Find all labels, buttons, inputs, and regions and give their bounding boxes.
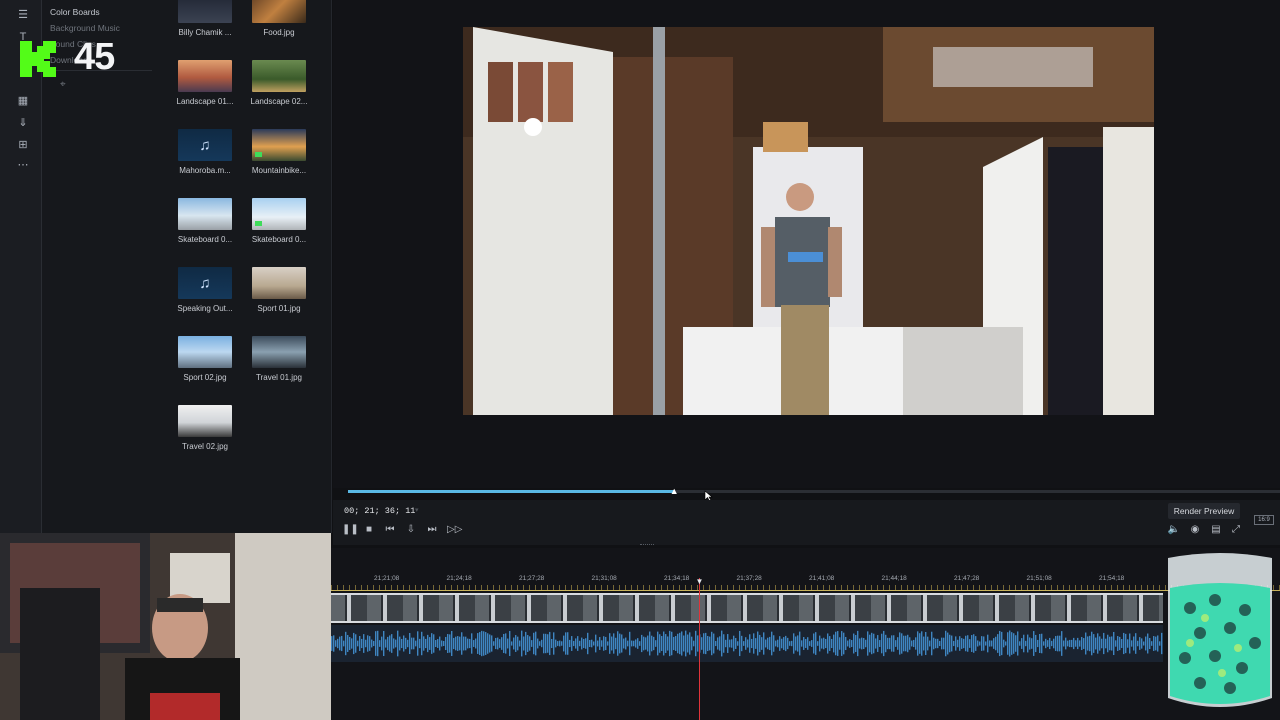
scrubber-progress bbox=[348, 490, 675, 493]
grid-icon[interactable]: ⊞ bbox=[15, 138, 31, 152]
kick-follower-overlay: 45 bbox=[16, 35, 136, 83]
library-item[interactable]: Skateboard 0... bbox=[168, 198, 242, 244]
ruler-time-label: 21;24;18 bbox=[446, 575, 472, 582]
render-preview-button[interactable]: Render Preview bbox=[1168, 503, 1240, 519]
media-thumbnail[interactable] bbox=[178, 336, 232, 368]
library-item[interactable]: Travel 01.jpg bbox=[242, 336, 316, 382]
pause-button[interactable]: ❚❚ bbox=[342, 524, 359, 536]
library-item[interactable]: Travel 02.jpg bbox=[168, 405, 242, 451]
library-item-label: Speaking Out... bbox=[177, 304, 233, 313]
ruler-time-label: 21;34;18 bbox=[664, 575, 690, 582]
preview-scrubber[interactable] bbox=[348, 490, 1280, 493]
settings-icon[interactable]: ▤ bbox=[1209, 523, 1223, 536]
library-item[interactable]: Landscape 02... bbox=[242, 60, 316, 106]
popout-icon[interactable]: ⤢ bbox=[1229, 523, 1243, 536]
media-thumbnail[interactable] bbox=[178, 198, 232, 230]
jar-alert-overlay bbox=[1160, 548, 1280, 713]
timeline-ruler[interactable] bbox=[331, 590, 1280, 591]
media-thumbnail[interactable] bbox=[252, 129, 306, 161]
stop-button[interactable]: ■ bbox=[363, 524, 375, 536]
media-thumbnail[interactable] bbox=[178, 405, 232, 437]
library-item[interactable]: ♫ Speaking Out... bbox=[168, 267, 242, 313]
library-item-label: Landscape 02... bbox=[250, 97, 308, 106]
video-clip-track[interactable] bbox=[331, 593, 1163, 623]
video-preview-frame bbox=[463, 27, 1154, 415]
media-thumbnail[interactable] bbox=[178, 0, 232, 23]
library-item-label: Billy Chamik ... bbox=[178, 28, 232, 37]
library-item-label: Mountainbike... bbox=[251, 166, 307, 175]
ruler-time-label: 21;37;28 bbox=[736, 575, 762, 582]
kick-logo-icon bbox=[20, 41, 56, 77]
category-background-music[interactable]: Background Music bbox=[50, 23, 120, 33]
music-note-icon: ♫ bbox=[199, 136, 211, 154]
aspect-ratio-badge[interactable]: 16:9 bbox=[1254, 515, 1274, 525]
kick-count: 45 bbox=[74, 36, 115, 78]
library-item-label: Sport 02.jpg bbox=[183, 373, 227, 382]
volume-icon[interactable]: 🔈 bbox=[1167, 523, 1181, 536]
ruler-time-label: 21;44;18 bbox=[881, 575, 907, 582]
library-item[interactable]: Mountainbike... bbox=[242, 129, 316, 175]
panel-resize-grip[interactable] bbox=[640, 544, 654, 547]
effects-icon[interactable]: ▦ bbox=[15, 94, 31, 108]
transport-bar bbox=[333, 500, 1280, 545]
media-thumbnail[interactable] bbox=[252, 60, 306, 92]
timeline-playhead[interactable] bbox=[699, 578, 700, 720]
library-item-label: Landscape 01... bbox=[176, 97, 234, 106]
video-editor-window: ☰ T ▦ ⇓ ⊞ ⋯ Color Boards Background Musi… bbox=[0, 0, 1280, 720]
ruler-time-label: 21;51;08 bbox=[1026, 575, 1052, 582]
more-icon[interactable]: ⋯ bbox=[15, 158, 31, 172]
media-thumbnail[interactable] bbox=[252, 336, 306, 368]
ruler-time-label: 21;41;08 bbox=[809, 575, 835, 582]
playhead-handle-icon[interactable]: ▼ bbox=[694, 578, 705, 586]
audio-thumbnail[interactable]: ♫ bbox=[178, 267, 232, 299]
music-note-icon: ♫ bbox=[199, 274, 211, 292]
library-item[interactable]: Sport 01.jpg bbox=[242, 267, 316, 313]
fast-forward-button[interactable]: ▷▷ bbox=[447, 524, 462, 536]
library-item[interactable]: Skateboard 0... bbox=[242, 198, 316, 244]
library-item-label: Travel 01.jpg bbox=[256, 373, 302, 382]
in-use-badge bbox=[255, 152, 262, 157]
media-thumbnail[interactable] bbox=[178, 60, 232, 92]
audio-waveform-track[interactable] bbox=[331, 625, 1163, 662]
library-item[interactable]: Billy Chamik ... bbox=[168, 0, 242, 37]
library-item-label: Travel 02.jpg bbox=[182, 442, 228, 451]
library-item-label: Skateboard 0... bbox=[251, 235, 307, 244]
library-item-label: Mahoroba.m... bbox=[179, 166, 231, 175]
media-thumbnail[interactable] bbox=[252, 0, 306, 23]
ruler-time-label: 21;47;28 bbox=[954, 575, 980, 582]
fps-dropdown[interactable]: ▾ bbox=[415, 506, 419, 514]
streamer-webcam-overlay bbox=[0, 533, 331, 720]
scrubber-handle[interactable]: ▲ bbox=[669, 486, 679, 496]
media-icon[interactable]: ☰ bbox=[15, 8, 31, 22]
previous-frame-button[interactable]: ⏮ bbox=[384, 524, 396, 536]
snapshot-icon[interactable]: ◉ bbox=[1188, 523, 1202, 536]
library-item[interactable]: ♫ Mahoroba.m... bbox=[168, 129, 242, 175]
in-use-badge bbox=[255, 221, 262, 226]
split-button[interactable]: ⇩ bbox=[405, 524, 417, 536]
ruler-time-label: 21;54;18 bbox=[1099, 575, 1125, 582]
ruler-time-label: 21;31;08 bbox=[591, 575, 617, 582]
library-item[interactable]: Landscape 01... bbox=[168, 60, 242, 106]
library-item-label: Sport 01.jpg bbox=[257, 304, 301, 313]
category-color-boards[interactable]: Color Boards bbox=[50, 7, 100, 17]
library-item-label: Food.jpg bbox=[263, 28, 295, 37]
ruler-time-label: 21;27;28 bbox=[519, 575, 545, 582]
library-item[interactable]: Sport 02.jpg bbox=[168, 336, 242, 382]
library-item-label: Skateboard 0... bbox=[177, 235, 233, 244]
timecode-display[interactable]: 00; 21; 36; 11 bbox=[344, 506, 415, 516]
download-icon[interactable]: ⇓ bbox=[15, 116, 31, 130]
library-item[interactable]: Food.jpg bbox=[242, 0, 316, 37]
audio-thumbnail[interactable]: ♫ bbox=[178, 129, 232, 161]
media-thumbnail[interactable] bbox=[252, 267, 306, 299]
media-thumbnail[interactable] bbox=[252, 198, 306, 230]
next-frame-button[interactable]: ⏭ bbox=[426, 524, 438, 536]
ruler-time-label: 21;21;08 bbox=[374, 575, 400, 582]
